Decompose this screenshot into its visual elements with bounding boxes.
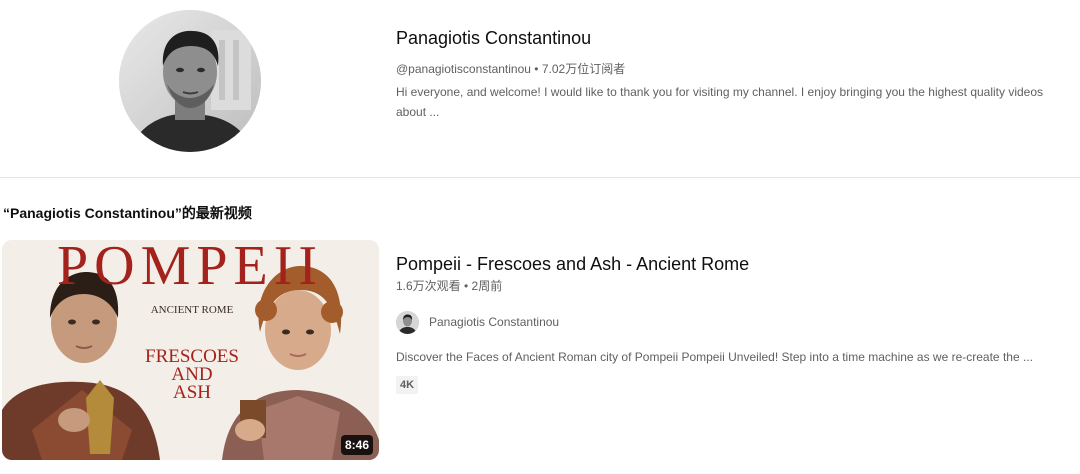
channel-handle: @panagiotisconstantinou (396, 62, 531, 76)
channel-description: Hi everyone, and welcome! I would like t… (396, 85, 1044, 119)
latest-videos-heading: “Panagiotis Constantinou”的最新视频 (3, 205, 252, 221)
quality-badge: 4K (396, 376, 419, 394)
channel-meta: @panagiotisconstantinou • 7.02万位订阅者 (396, 60, 625, 78)
channel-search-result: Panagiotis Constantinou @panagiotisconst… (0, 0, 1080, 474)
divider (0, 177, 1080, 178)
video-thumbnail[interactable]: POMPEII ANCIENT ROME FRESCOES AND ASH 8:… (2, 240, 379, 460)
video-channel-avatar[interactable] (396, 310, 419, 334)
thumbnail-headline: POMPEII (57, 240, 323, 297)
video-channel-name[interactable]: Panagiotis Constantinou (429, 315, 559, 329)
video-duration: 8:46 (340, 435, 373, 455)
channel-avatar-image (119, 10, 261, 152)
thumbnail-subtitle: ANCIENT ROME (151, 304, 234, 316)
video-channel-link[interactable]: Panagiotis Constantinou (396, 310, 559, 334)
thumbnail-art: POMPEII ANCIENT ROME FRESCOES AND ASH (2, 240, 379, 460)
video-channel-avatar-image (396, 310, 419, 334)
video-meta: 1.6万次观看 • 2周前 (396, 279, 503, 293)
video-title[interactable]: Pompeii - Frescoes and Ash - Ancient Rom… (396, 252, 749, 276)
subscriber-count: • 7.02万位订阅者 (534, 62, 626, 76)
video-description: Discover the Faces of Ancient Roman city… (396, 350, 1033, 364)
thumbnail-tagline-3: ASH (173, 382, 211, 403)
channel-avatar[interactable] (119, 10, 261, 152)
channel-name[interactable]: Panagiotis Constantinou (396, 26, 591, 50)
